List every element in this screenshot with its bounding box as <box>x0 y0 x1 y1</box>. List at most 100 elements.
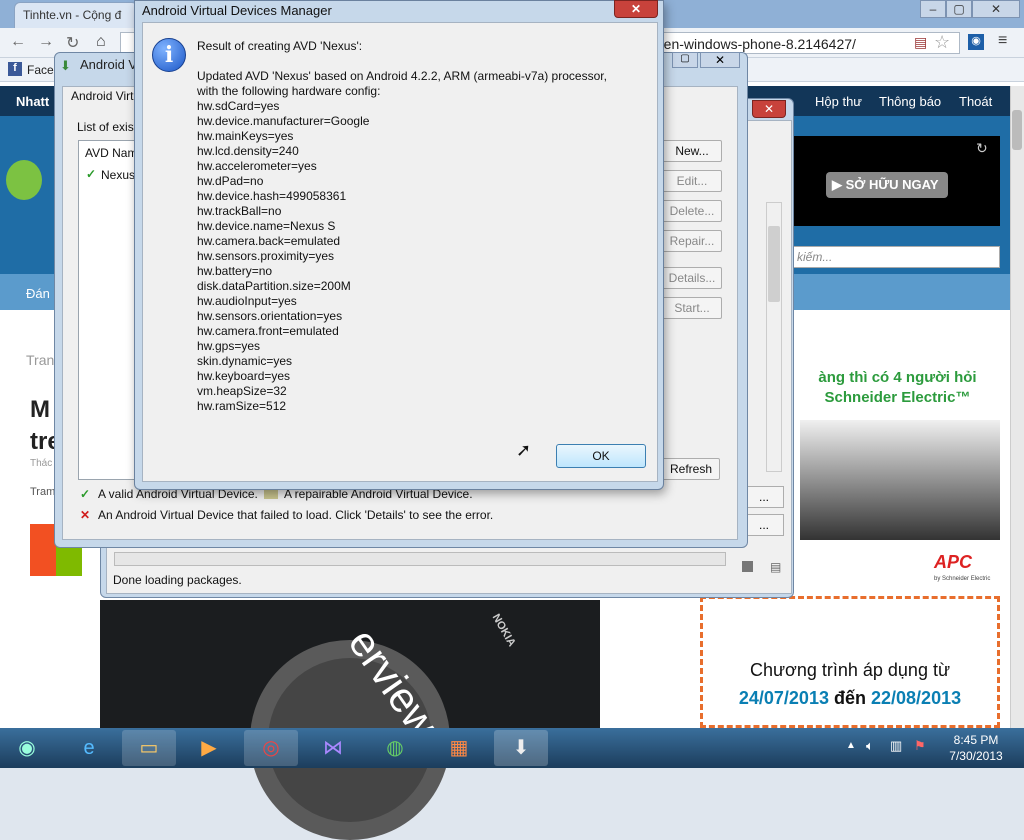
tab-tinhte[interactable]: Tinhte.vn - Cộng đ <box>14 2 138 28</box>
config-item: hw.camera.back=emulated <box>197 234 341 248</box>
chrome-icon[interactable]: ◎ <box>244 730 298 766</box>
tab-label: Tinhte.vn - Cộng đ <box>23 8 122 22</box>
sdk-progress-bar <box>114 552 726 566</box>
config-item: hw.dPad=no <box>197 174 264 188</box>
home-icon[interactable]: ⌂ <box>96 33 106 51</box>
nav-inbox[interactable]: Hộp thư <box>815 94 862 109</box>
promo-image <box>800 420 1000 540</box>
new-avd-button[interactable]: New... <box>662 140 722 162</box>
site-user-link[interactable]: Nhatt <box>16 94 49 109</box>
article-tag: Tram <box>30 486 56 498</box>
refresh-button[interactable]: Refresh <box>662 458 720 480</box>
start-avd-button[interactable]: Start... <box>662 297 722 319</box>
dialog-title: Android Virtual Devices Manager <box>142 3 332 18</box>
file-explorer-icon[interactable]: ▭ <box>122 730 176 766</box>
config-item: hw.gps=yes <box>197 339 261 353</box>
pdf-icon[interactable]: ▤ <box>914 34 927 51</box>
clock-date: 7/30/2013 <box>949 749 1003 763</box>
edit-avd-button[interactable]: Edit... <box>662 170 722 192</box>
sdk-scrollbar-thumb[interactable] <box>768 226 780 302</box>
network-icon[interactable]: ▥ <box>890 738 902 754</box>
nav2-item[interactable]: Đán <box>26 286 50 301</box>
bookmark-facebook[interactable]: Face <box>27 63 54 77</box>
delete-avd-button[interactable]: Delete... <box>662 200 722 222</box>
config-item: hw.device.manufacturer=Google <box>197 114 370 128</box>
config-item: hw.keyboard=yes <box>197 369 291 383</box>
action-center-icon[interactable]: ⚑ <box>914 738 926 754</box>
site-logo-icon <box>6 160 42 200</box>
taskbar-clock[interactable]: 8:45 PM 7/30/2013 <box>934 732 1018 764</box>
failed-legend-icon: ✕ <box>80 508 91 522</box>
promo-date-1: 24/07/2013 <box>738 688 829 708</box>
promo-headline: àng thì có 4 người hỏi Schneider Electri… <box>818 369 977 406</box>
refresh-ad-icon[interactable]: ↻ <box>976 140 988 157</box>
config-item: hw.sensors.orientation=yes <box>197 309 343 323</box>
avd-close-button[interactable]: ✕ <box>700 52 740 68</box>
star-icon[interactable]: ☆ <box>934 32 950 53</box>
config-item: hw.camera.front=emulated <box>197 324 339 338</box>
mouse-cursor-icon: ➚ <box>516 440 532 460</box>
article-title-part: M <box>30 396 50 423</box>
start-orb-icon[interactable]: ◉ <box>2 730 52 766</box>
sdk-button-1[interactable]: ... <box>744 486 784 508</box>
page-scrollbar[interactable] <box>1010 86 1024 728</box>
avd-maximize-button[interactable]: ▢ <box>672 52 698 68</box>
details-avd-button[interactable]: Details... <box>662 267 722 289</box>
log-icon[interactable]: ▤ <box>770 560 781 574</box>
page-scrollbar-thumb[interactable] <box>1012 110 1022 150</box>
sdk-close-button[interactable]: ✕ <box>752 100 786 118</box>
avd-tab-label[interactable]: Android Virt <box>71 89 133 103</box>
promo-mid: đến <box>833 688 866 708</box>
config-item: hw.ramSize=512 <box>197 399 287 413</box>
download-manager-icon[interactable]: ⬇ <box>494 730 548 766</box>
browser-close-button[interactable]: ✕ <box>972 0 1020 18</box>
ad-button-label: SỞ HỮU NGAY <box>845 177 939 192</box>
nav-logout[interactable]: Thoát <box>959 94 992 109</box>
config-item: hw.device.hash=499058361 <box>197 189 347 203</box>
promo-brand-sub: by Schneider Electric <box>934 576 991 582</box>
visual-studio-icon[interactable]: ⋈ <box>306 730 360 766</box>
dialog-close-button[interactable]: ✕ <box>614 0 658 18</box>
menu-icon[interactable]: ≡ <box>998 32 1007 50</box>
browser-minimize-button[interactable]: – <box>920 0 946 18</box>
ok-button[interactable]: OK <box>556 444 646 468</box>
clock-time: 8:45 PM <box>953 733 999 747</box>
nav-notifications[interactable]: Thông báo <box>879 94 941 109</box>
stop-icon[interactable] <box>742 561 753 572</box>
sdk-button-2[interactable]: ... <box>744 514 784 536</box>
facebook-icon: f <box>8 62 22 76</box>
media-player-icon[interactable]: ▶ <box>182 730 236 766</box>
ad-buy-now-button[interactable]: ▶ SỞ HỮU NGAY <box>826 172 948 198</box>
network-globe-icon[interactable]: ◍ <box>368 730 422 766</box>
summary-line-1: Updated AVD 'Nexus' based on Android 4.2… <box>197 69 607 83</box>
site-search-input[interactable]: kiếm... <box>790 246 1000 268</box>
reload-icon[interactable]: ↻ <box>66 33 79 53</box>
repair-avd-button[interactable]: Repair... <box>662 230 722 252</box>
internet-explorer-icon[interactable]: e <box>62 730 116 766</box>
dialog-summary: Updated AVD 'Nexus' based on Android 4.2… <box>197 69 617 99</box>
extension-icon[interactable]: ◉ <box>968 34 984 50</box>
config-item: hw.audioInput=yes <box>197 294 297 308</box>
forward-icon[interactable]: → <box>38 33 54 51</box>
avd-list-label: List of exist <box>77 120 138 134</box>
promo-date-2: 22/08/2013 <box>871 688 962 708</box>
dialog-heading: Result of creating AVD 'Nexus': <box>197 39 363 53</box>
avd-window-icon: ⬇ <box>60 58 71 73</box>
config-item: hw.sensors.proximity=yes <box>197 249 335 263</box>
valid-check-icon: ✓ <box>86 167 97 181</box>
left-breadcrumb[interactable]: Tran <box>26 352 54 368</box>
tray-arrow-icon[interactable]: ▲ <box>846 740 856 751</box>
config-item: hw.trackBall=no <box>197 204 282 218</box>
config-item: hw.mainKeys=yes <box>197 129 294 143</box>
volume-icon[interactable]: 🔈︎ <box>866 738 874 754</box>
back-icon[interactable]: ← <box>10 33 26 51</box>
promo-brand: APC <box>934 552 973 572</box>
apps-grid-icon[interactable]: ▦ <box>432 730 486 766</box>
avd-row-name[interactable]: Nexus <box>101 168 135 182</box>
browser-maximize-button[interactable]: ▢ <box>946 0 972 18</box>
article-meta: Thác <box>30 458 53 469</box>
avd-table-header[interactable]: AVD Nam <box>85 146 137 160</box>
summary-line-2: with the following hardware config: <box>197 84 381 98</box>
hardware-config-list: hw.sdCard=yes hw.device.manufacturer=Goo… <box>197 99 369 414</box>
search-placeholder: kiếm... <box>797 250 833 264</box>
